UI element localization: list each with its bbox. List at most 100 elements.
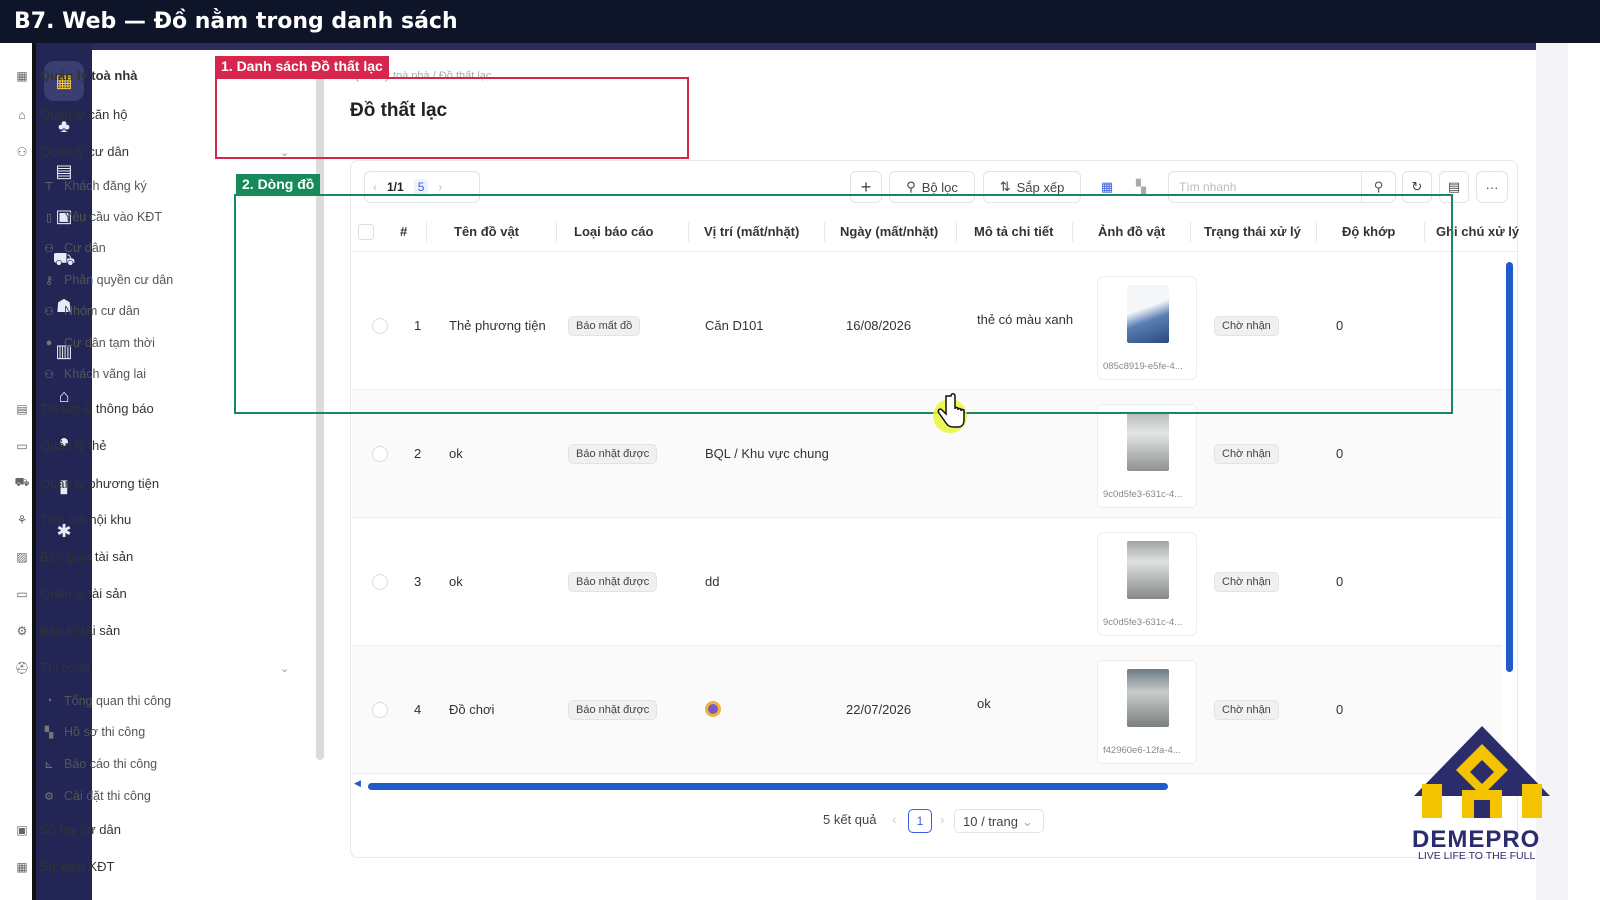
vertical-scrollbar[interactable] (1506, 262, 1513, 672)
chevron-right-icon[interactable]: › (438, 180, 442, 194)
row-index: 3 (414, 574, 422, 589)
sidebar-item-entry-request[interactable]: ▯ Yêu cầu vào KĐT (42, 210, 162, 224)
chevron-down-icon[interactable]: ⌄ (280, 662, 289, 675)
horizontal-scrollbar[interactable] (368, 783, 1168, 790)
sidebar-item-assets[interactable]: ▭ Quản lý tài sản (14, 586, 126, 601)
item-photo[interactable]: f42960e6-12fa-4... (1097, 660, 1197, 764)
guest-register-icon: ⊤ (44, 180, 54, 193)
handbook-icon: ▣ (16, 822, 28, 837)
match-score: 0 (1336, 446, 1344, 461)
next-page-icon[interactable]: › (940, 812, 944, 827)
item-name: ok (449, 446, 463, 461)
item-name: Đồ chơi (449, 702, 495, 717)
sort-label: Sắp xếp (1016, 179, 1065, 195)
sidebar-item-handbook[interactable]: ▣ Sổ tay cư dân (14, 822, 121, 837)
more-icon: ··· (1485, 179, 1499, 195)
sort-icon: ⇅ (999, 179, 1011, 194)
annotation-box-row (234, 194, 1453, 414)
sidebar-item-cards[interactable]: ▭ Quản lý thẻ (14, 438, 106, 453)
grid-view-icon: ▚ (1136, 179, 1146, 194)
sidebar-item-groups[interactable]: ⚇ Nhóm cư dân (42, 304, 140, 318)
report-type-tag: Báo nhặt được (568, 700, 658, 720)
scroll-left-icon[interactable]: ◀ (354, 778, 361, 789)
annotation-label-list: 1. Danh sách Đồ thất lạc (215, 56, 389, 78)
row-checkbox[interactable] (372, 446, 388, 462)
chevron-left-icon[interactable]: ‹ (373, 180, 377, 194)
annotation-label-row: 2. Dòng đồ (236, 174, 321, 196)
sidebar-item-guest-register[interactable]: ⊤ Khách đăng ký (42, 179, 147, 193)
columns-icon: ▤ (1447, 179, 1461, 194)
sidebar-item-building[interactable]: ▦ Quản lý toà nhà (14, 68, 137, 83)
table-view-icon: ▦ (1100, 179, 1114, 194)
group-icon: ⚇ (44, 305, 54, 318)
photo-thumbnail[interactable] (1127, 541, 1169, 599)
page-number-button[interactable]: 1 (908, 809, 932, 833)
table-row[interactable]: 3 ok Báo nhặt được dd 9c0d5fe3-631c-4...… (352, 518, 1502, 646)
photo-thumbnail[interactable] (1127, 669, 1169, 727)
location: dd (705, 574, 720, 589)
row-checkbox[interactable] (372, 574, 388, 590)
status-badge: Chờ nhận (1214, 444, 1279, 464)
sidebar-item-maintenance[interactable]: ⚙ Bảo trì tài sản (14, 623, 121, 638)
chevron-down-icon: ⌄ (1021, 814, 1033, 829)
item-photo[interactable]: 9c0d5fe3-631c-4... (1097, 404, 1197, 508)
prev-page-icon[interactable]: ‹ (892, 812, 896, 827)
hand-cursor-icon (930, 390, 970, 441)
date: 22/07/2026 (846, 702, 912, 717)
asset-icon: ▭ (16, 586, 28, 601)
sidebar-item-construction-settings[interactable]: ⚙ Cài đặt thi công (42, 789, 151, 803)
photo-caption: 9c0d5fe3-631c-4... (1103, 617, 1183, 628)
record-count: 5 (413, 179, 429, 195)
construction-icon: ⛑ (14, 660, 30, 675)
sidebar-item-events[interactable]: ▦ Sự kiện KĐT (14, 859, 114, 874)
location-badge-icon (705, 701, 721, 717)
sidebar-item-vehicles[interactable]: ⛟ Quản lý phương tiện (14, 475, 159, 491)
photo-caption: 9c0d5fe3-631c-4... (1103, 489, 1183, 500)
sidebar-item-permissions[interactable]: ⚷ Phân quyền cư dân (42, 273, 173, 287)
row-index: 2 (414, 446, 422, 461)
report-type-tag: Báo nhặt được (568, 444, 658, 464)
phone-icon: ▯ (45, 211, 53, 224)
maintenance-icon: ⚙ (16, 623, 28, 638)
chart-icon: ⊾ (44, 758, 54, 771)
table-row[interactable]: 4 Đồ chơi Báo nhặt được 22/07/2026 ok f4… (352, 646, 1502, 774)
page-size-value: 10 / trang (963, 814, 1018, 829)
resident-icon: ⚇ (44, 242, 54, 255)
sidebar-item-apartment[interactable]: ⌂ Quản lý căn hộ (14, 107, 127, 122)
match-score: 0 (1336, 702, 1344, 717)
sidebar-item-temp-residents[interactable]: ● Cư dân tạm thời (42, 336, 155, 350)
sidebar-item-construction-docs[interactable]: ▚ Hồ sơ thi công (42, 725, 145, 739)
sidebar-item-amenities[interactable]: ⚘ Tiện ích nội khu (14, 512, 132, 527)
result-total: 5 kết quả (823, 812, 877, 827)
sidebar-item-residents[interactable]: ⚇ Quản lý cư dân (14, 144, 129, 159)
sidebar-item-news[interactable]: ▤ Tin tức & thông báo (14, 401, 153, 416)
refresh-icon: ↻ (1411, 179, 1423, 194)
row-index: 4 (414, 702, 422, 717)
building-icon: ▦ (16, 68, 28, 83)
status-badge: Chờ nhận (1214, 700, 1279, 720)
car-icon: ⛟ (14, 475, 30, 489)
accent-bar (92, 43, 1568, 50)
sidebar-item-construction[interactable]: ⛑ Thi công (14, 660, 90, 675)
folder-icon: ▚ (44, 726, 54, 739)
sidebar-item-construction-overview[interactable]: ◔ Tổng quan thi công (42, 694, 171, 708)
sidebar-item-construction-reports[interactable]: ⊾ Báo cáo thi công (42, 757, 157, 771)
card-icon: ▭ (16, 438, 28, 453)
pie-icon: ◔ (45, 695, 53, 707)
photo-thumbnail[interactable] (1127, 413, 1169, 471)
annotation-box-list (215, 77, 689, 159)
slide-title: B7. Web — Đồ nằm trong danh sách (14, 9, 458, 34)
calendar-icon: ▦ (16, 859, 28, 874)
home-icon: ⌂ (18, 107, 26, 122)
page-indicator: 1/1 (387, 180, 404, 194)
row-checkbox[interactable] (372, 702, 388, 718)
more-button[interactable]: ··· (1476, 171, 1508, 203)
page-size-select[interactable]: 10 / trang ⌄ (954, 809, 1044, 833)
amenity-icon: ⚘ (16, 512, 28, 527)
filter-icon: ⚲ (906, 179, 916, 194)
sidebar-item-visitors[interactable]: ⚇ Khách vãng lai (42, 367, 146, 381)
item-photo[interactable]: 9c0d5fe3-631c-4... (1097, 532, 1197, 636)
sidebar-item-handover[interactable]: ▨ Bàn giao tài sản (14, 549, 133, 564)
sidebar-item-resident[interactable]: ⚇ Cư dân (42, 241, 106, 255)
visitor-icon: ⚇ (44, 368, 54, 381)
